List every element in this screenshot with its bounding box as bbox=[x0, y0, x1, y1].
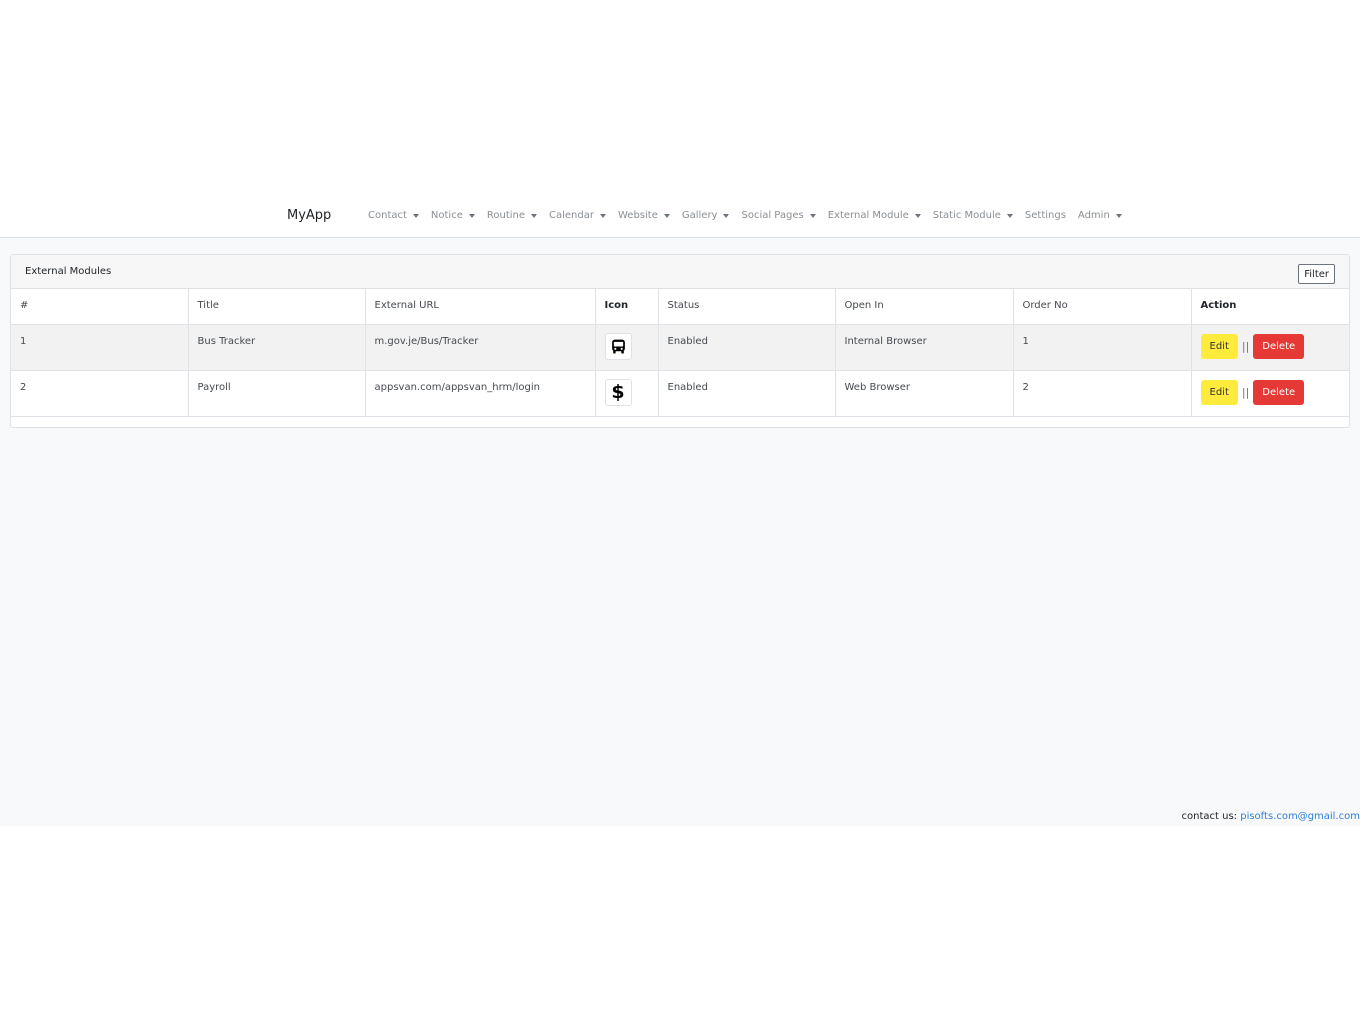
row-actions: Edit || Delete bbox=[1190, 369, 1349, 417]
page: MyApp Contact Notice Routine Calendar We… bbox=[0, 0, 1360, 1024]
nav-menu: Contact Notice Routine Calendar Website … bbox=[362, 210, 1128, 221]
row-status: Enabled bbox=[657, 323, 836, 371]
nav-item-label: Static Module bbox=[932, 210, 1001, 221]
caret-down-icon bbox=[723, 213, 730, 218]
delete-button[interactable]: Delete bbox=[1253, 333, 1305, 359]
bus-icon bbox=[604, 332, 632, 360]
nav-item-label: Calendar bbox=[549, 210, 594, 221]
row-number: 1 bbox=[11, 323, 189, 371]
column-header: Action bbox=[1190, 289, 1349, 325]
delete-button[interactable]: Delete bbox=[1253, 379, 1305, 405]
nav-item-website[interactable]: Website bbox=[612, 210, 676, 221]
column-header: Title bbox=[187, 289, 366, 325]
caret-down-icon bbox=[531, 213, 538, 218]
column-header: Icon bbox=[594, 289, 659, 325]
nav-item-gallery[interactable]: Gallery bbox=[676, 210, 736, 221]
row-icon-cell: $ bbox=[594, 369, 659, 417]
row-open-in: Internal Browser bbox=[834, 323, 1014, 371]
nav-item-social-pages[interactable]: Social Pages bbox=[735, 210, 821, 221]
card-header: External Modules Filter bbox=[11, 255, 1349, 289]
nav-item-label: Website bbox=[617, 210, 658, 221]
nav-item-label: External Module bbox=[827, 210, 909, 221]
column-header: Order No bbox=[1012, 289, 1192, 325]
row-icon-cell bbox=[594, 323, 659, 371]
row-number: 2 bbox=[11, 369, 189, 417]
caret-down-icon bbox=[1115, 213, 1122, 218]
external-modules-card: External Modules Filter # Title External… bbox=[10, 254, 1350, 428]
nav-item-label: Gallery bbox=[681, 210, 718, 221]
caret-down-icon bbox=[914, 213, 921, 218]
navbar: MyApp Contact Notice Routine Calendar We… bbox=[0, 196, 1360, 238]
filter-button[interactable]: Filter bbox=[1298, 264, 1335, 284]
footer-label: contact us: bbox=[1181, 811, 1238, 822]
nav-item-routine[interactable]: Routine bbox=[481, 210, 543, 221]
nav-item-label: Routine bbox=[486, 210, 526, 221]
nav-item-label: Admin bbox=[1077, 210, 1110, 221]
table-row: 1 Bus Tracker m.gov.je/Bus/Tracker Enabl… bbox=[11, 323, 1349, 371]
caret-down-icon bbox=[1006, 213, 1013, 218]
column-header: Status bbox=[657, 289, 836, 325]
row-url: appsvan.com/appsvan_hrm/login bbox=[364, 369, 596, 417]
dollar-icon: $ bbox=[604, 378, 632, 406]
action-separator: || bbox=[1241, 385, 1250, 399]
caret-down-icon bbox=[809, 213, 816, 218]
row-title: Payroll bbox=[187, 369, 366, 417]
table-row: 2 Payroll appsvan.com/appsvan_hrm/login … bbox=[11, 369, 1349, 417]
table-header-row: # Title External URL Icon Status Open In… bbox=[11, 289, 1349, 325]
action-group: Edit || Delete bbox=[1200, 379, 1341, 405]
row-title: Bus Tracker bbox=[187, 323, 366, 371]
action-separator: || bbox=[1241, 339, 1250, 353]
nav-item-contact[interactable]: Contact bbox=[362, 210, 425, 221]
footer-email-link[interactable]: pisofts.com@gmail.com bbox=[1240, 811, 1360, 822]
caret-down-icon bbox=[663, 213, 670, 218]
nav-item-static-module[interactable]: Static Module bbox=[927, 210, 1019, 221]
column-header: External URL bbox=[364, 289, 596, 325]
nav-item-label: Social Pages bbox=[741, 210, 804, 221]
nav-item-notice[interactable]: Notice bbox=[425, 210, 481, 221]
nav-item-calendar[interactable]: Calendar bbox=[543, 210, 612, 221]
modules-table: # Title External URL Icon Status Open In… bbox=[11, 289, 1349, 417]
nav-item-label: Contact bbox=[368, 210, 407, 221]
row-order: 1 bbox=[1012, 323, 1192, 371]
card-title: External Modules bbox=[25, 266, 112, 277]
row-order: 2 bbox=[1012, 369, 1192, 417]
brand-logo[interactable]: MyApp bbox=[287, 208, 331, 223]
column-header: # bbox=[11, 289, 189, 325]
nav-item-label: Notice bbox=[430, 210, 463, 221]
edit-button[interactable]: Edit bbox=[1200, 379, 1238, 405]
action-group: Edit || Delete bbox=[1200, 333, 1341, 359]
nav-item-admin[interactable]: Admin bbox=[1072, 210, 1128, 221]
nav-item-settings[interactable]: Settings bbox=[1019, 210, 1072, 221]
caret-down-icon bbox=[599, 213, 606, 218]
row-url: m.gov.je/Bus/Tracker bbox=[364, 323, 596, 371]
column-header: Open In bbox=[834, 289, 1014, 325]
caret-down-icon bbox=[412, 213, 419, 218]
edit-button[interactable]: Edit bbox=[1200, 333, 1238, 359]
nav-item-external-module[interactable]: External Module bbox=[822, 210, 927, 221]
row-open-in: Web Browser bbox=[834, 369, 1014, 417]
main-content: External Modules Filter # Title External… bbox=[0, 238, 1360, 826]
footer-contact: contact us: pisofts.com@gmail.com bbox=[1182, 811, 1360, 822]
caret-down-icon bbox=[468, 213, 475, 218]
row-status: Enabled bbox=[657, 369, 836, 417]
nav-item-label: Settings bbox=[1024, 210, 1066, 221]
row-actions: Edit || Delete bbox=[1190, 323, 1349, 371]
